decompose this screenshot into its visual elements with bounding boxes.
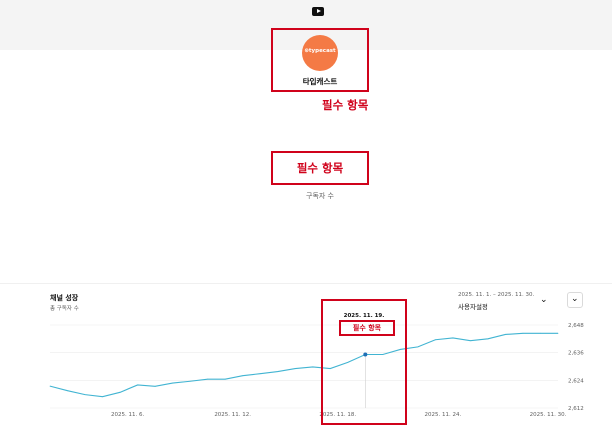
x-tick-label: 2025. 11. 12. — [214, 412, 251, 418]
x-tick-label: 2025. 11. 24. — [425, 412, 462, 418]
tooltip-date: 2025. 11. 19. — [343, 313, 385, 319]
data-point[interactable] — [417, 346, 419, 348]
growth-chart: 2,612 2,624 2,636 2,648 2025. 11. 6. 2025. 1… — [49, 323, 584, 418]
data-point[interactable] — [487, 338, 489, 340]
data-point[interactable] — [137, 384, 138, 386]
data-point[interactable] — [189, 380, 191, 382]
data-point[interactable] — [242, 375, 244, 377]
data-point[interactable] — [119, 391, 121, 393]
data-point[interactable] — [49, 385, 51, 387]
data-point[interactable] — [67, 390, 68, 392]
data-point[interactable] — [557, 332, 559, 334]
required-label: 필수 항목 — [352, 324, 382, 332]
data-point[interactable] — [154, 385, 156, 387]
data-point[interactable] — [434, 339, 436, 341]
series-line — [49, 332, 558, 398]
chart-grid — [50, 324, 558, 409]
data-point[interactable] — [277, 371, 279, 372]
data-point[interactable] — [102, 396, 103, 398]
data-point[interactable] — [505, 334, 506, 335]
data-point[interactable] — [84, 394, 86, 396]
data-point[interactable] — [224, 378, 226, 380]
data-point[interactable] — [294, 368, 296, 369]
data-point[interactable] — [259, 373, 261, 375]
y-axis-ticks: 2,612 2,624 2,636 2,648 — [568, 323, 584, 412]
data-point[interactable] — [522, 332, 524, 334]
series-points — [49, 332, 559, 398]
data-point[interactable] — [207, 378, 209, 380]
data-point[interactable] — [452, 337, 454, 339]
data-point[interactable] — [312, 366, 314, 368]
y-tick-label: 2,648 — [568, 323, 584, 329]
y-tick-label: 2,612 — [568, 406, 584, 412]
x-tick-label: 2025. 11. 30. — [530, 412, 567, 418]
data-point[interactable] — [172, 382, 174, 384]
data-point[interactable] — [470, 340, 471, 342]
y-tick-label: 2,636 — [568, 351, 584, 357]
data-point[interactable] — [540, 332, 541, 334]
x-tick-label: 2025. 11. 6. — [111, 412, 144, 418]
y-tick-label: 2,624 — [568, 378, 584, 384]
